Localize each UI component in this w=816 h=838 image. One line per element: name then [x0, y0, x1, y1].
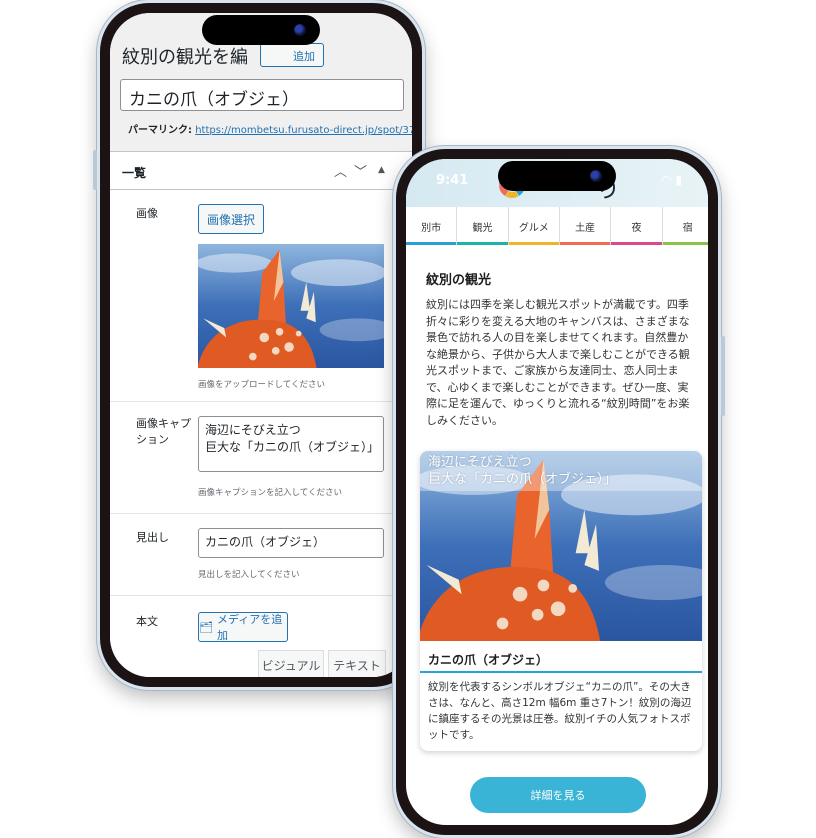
box-header: 一覧 ︿ ﹀ ▲ — [110, 152, 412, 190]
camera-icon — [294, 24, 306, 36]
nav-label: 宿 — [682, 222, 693, 234]
admin-screen: 紋別の観光を編 追加 カニの爪（オブジェ） パーマリンク: https://mo… — [110, 13, 412, 677]
spot-heading: カニの爪（オブジェ） — [420, 641, 702, 673]
site-screen: 9:41 ◠ ▮ り 別市 観光 グルメ 土産 夜 宿 — [406, 159, 708, 825]
caption-label: 画像キャプション — [136, 417, 191, 446]
move-up-icon[interactable]: ︿ — [334, 161, 347, 180]
nav-item-souvenir[interactable]: 土産 — [559, 207, 612, 245]
heading-input[interactable]: カニの爪（オブジェ） — [198, 528, 384, 558]
body-label: 本文 — [136, 615, 158, 628]
caption-field-row: 画像キャプション 海辺にそびえ立つ 巨大な「カニの爪（オブジェ）」 画像キャプシ… — [110, 402, 412, 514]
collapse-toggle-icon[interactable]: ▲ — [378, 165, 385, 175]
heading-hint: 見出しを記入してください — [198, 570, 300, 580]
custom-fields-box: 一覧 ︿ ﹀ ▲ 画像 画像選択 画像をアップロードしてください 画像キャプショ… — [110, 151, 412, 677]
move-down-icon[interactable]: ﹀ — [354, 161, 367, 180]
wifi-icon: ◠ ▮ — [661, 173, 682, 187]
nav-label: 夜 — [631, 222, 642, 234]
caption-textarea[interactable]: 海辺にそびえ立つ 巨大な「カニの爪（オブジェ）」 — [198, 416, 384, 472]
tab-visual[interactable]: ビジュアル — [258, 650, 324, 677]
site-body: 紋別の観光 紋別には四季を楽しむ観光スポットが満載です。四季折々に彩りを変える大… — [406, 245, 708, 825]
image-hint: 画像をアップロードしてください — [198, 380, 325, 390]
site-phone-frame: 9:41 ◠ ▮ り 別市 観光 グルメ 土産 夜 宿 — [393, 146, 725, 838]
spot-card[interactable]: 海辺にそびえ立つ 巨大な「カニの爪（オブジェ）」 カニの爪（オブジェ） 紋別を代… — [420, 451, 702, 751]
section-text: 紋別には四季を楽しむ観光スポットが満載です。四季折々に彩りを変える大地のキャンバ… — [426, 298, 690, 427]
phone-bezel: 紋別の観光を編 追加 カニの爪（オブジェ） パーマリンク: https://mo… — [100, 3, 422, 687]
nav-label: グルメ — [518, 222, 549, 234]
image-field-row: 画像 画像選択 画像をアップロードしてください — [110, 190, 412, 402]
add-media-label: メディアを追加 — [216, 613, 283, 642]
box-title: 一覧 — [122, 166, 147, 180]
camera-icon — [590, 170, 602, 182]
add-media-button[interactable]: 🗂 メディアを追加 — [198, 612, 288, 642]
media-icon: 🗂 — [199, 620, 213, 634]
heading-label: 見出し — [136, 531, 169, 544]
view-details-button[interactable]: 詳細を見る — [470, 777, 646, 813]
add-new-button[interactable]: 追加 — [260, 43, 324, 67]
nav-item-city[interactable]: 別市 — [406, 207, 458, 245]
body-field-row: 本文 🗂 メディアを追加 ビジュアル テキスト — [110, 596, 412, 677]
phone-power-button — [721, 336, 725, 416]
spot-photo-caption: 海辺にそびえ立つ 巨大な「カニの爪（オブジェ）」 — [420, 451, 702, 491]
image-preview — [198, 244, 384, 368]
dynamic-island — [498, 161, 616, 191]
nav-item-night[interactable]: 夜 — [611, 207, 663, 245]
nav-item-gourmet[interactable]: グルメ — [508, 207, 560, 245]
section-title: 紋別の観光 — [426, 273, 492, 288]
permalink: パーマリンク: https://mombetsu.furusato-direct… — [128, 121, 412, 136]
phone-bezel: 9:41 ◠ ▮ り 別市 観光 グルメ 土産 夜 宿 — [396, 149, 718, 835]
image-label: 画像 — [136, 207, 158, 220]
caption-hint: 画像キャプションを記入してください — [198, 488, 342, 498]
nav-item-stay[interactable]: 宿 — [662, 207, 708, 245]
page-title: 紋別の観光を編 — [122, 47, 248, 68]
image-select-button[interactable]: 画像選択 — [198, 204, 264, 234]
nav-label: 観光 — [472, 222, 493, 234]
dynamic-island — [202, 15, 320, 45]
admin-phone-frame: 紋別の観光を編 追加 カニの爪（オブジェ） パーマリンク: https://mo… — [93, 0, 429, 690]
site-nav: 別市 観光 グルメ 土産 夜 宿 — [406, 207, 708, 245]
spot-description: 紋別を代表するシンボルオブジェ“カニの爪”。その大きさは、なんと、高さ12m 幅… — [428, 681, 692, 741]
permalink-link[interactable]: https://mombetsu.furusato-direct.jp/spot… — [195, 125, 412, 136]
permalink-label: パーマリンク: — [128, 125, 192, 136]
nav-label: 別市 — [421, 222, 442, 234]
nav-item-sightseeing[interactable]: 観光 — [457, 207, 509, 245]
heading-field-row: 見出し カニの爪（オブジェ） 見出しを記入してください — [110, 514, 412, 596]
tab-text[interactable]: テキスト — [328, 650, 386, 677]
phone-volume-button — [93, 150, 97, 190]
post-title-input[interactable]: カニの爪（オブジェ） — [120, 79, 404, 111]
status-time: 9:41 — [436, 173, 469, 188]
nav-label: 土産 — [575, 222, 596, 234]
